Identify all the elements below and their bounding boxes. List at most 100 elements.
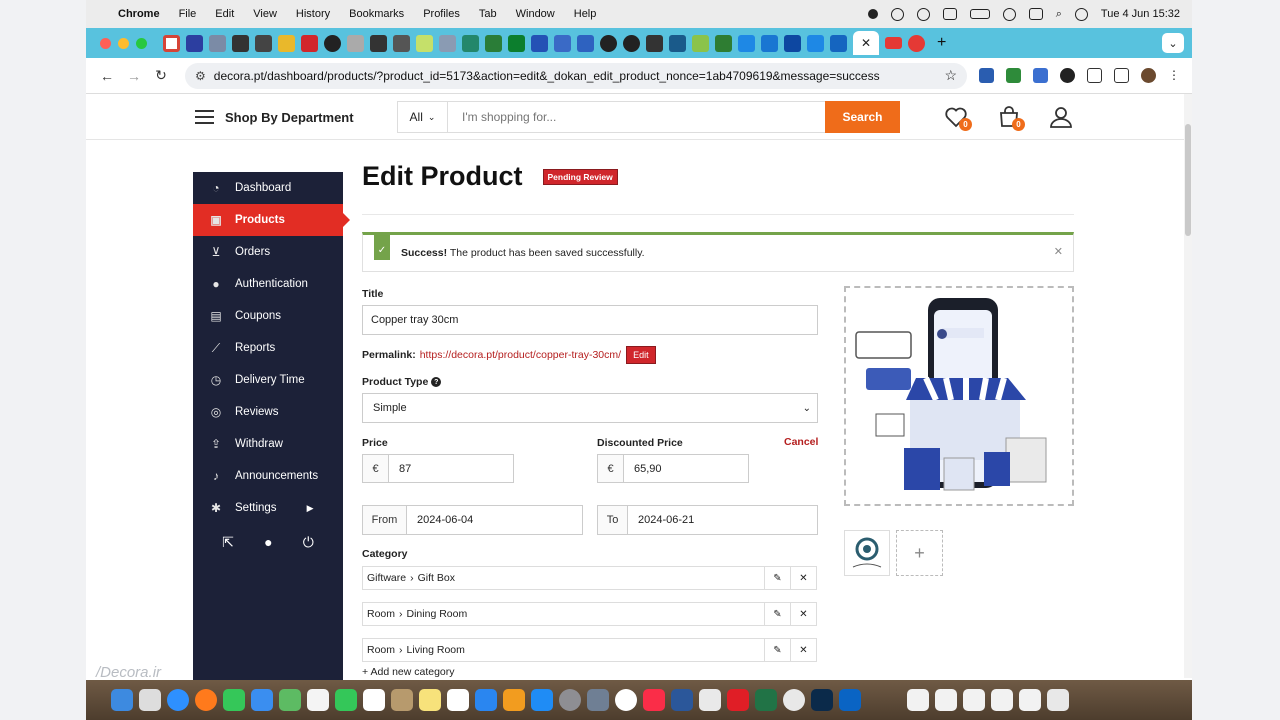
tab-22[interactable] [646,34,663,52]
discounted-price-input[interactable]: € 65,90 [597,454,749,483]
add-category-link[interactable]: + Add new category [362,666,455,678]
mail-icon[interactable] [251,689,273,711]
permalink-url[interactable]: https://decora.pt/product/copper-tray-30… [420,349,621,361]
calendar-icon[interactable] [363,689,385,711]
tab-gmail[interactable] [163,34,180,52]
sidebar-item-products[interactable]: ▣ Products [193,204,350,236]
launchpad-icon[interactable] [139,689,161,711]
dock-file-5[interactable] [1019,689,1041,711]
tab-29[interactable] [807,34,824,52]
extension-4-icon[interactable] [1060,68,1075,83]
price-input[interactable]: € 87 [362,454,514,483]
edit-icon[interactable]: ✎ [764,603,790,625]
preview-icon[interactable] [587,689,609,711]
tab-7[interactable] [301,34,318,52]
play-icon[interactable] [916,7,930,21]
shop-by-department[interactable]: Shop By Department [225,110,354,125]
profile-avatar[interactable] [1141,68,1156,83]
menu-view[interactable]: View [253,8,277,20]
tab-18[interactable] [554,34,571,52]
menu-app[interactable]: Chrome [118,8,160,20]
keynote-icon[interactable] [475,689,497,711]
gallery-thumbnail[interactable] [844,530,890,576]
menu-window[interactable]: Window [516,8,555,20]
grammarly-icon[interactable] [890,7,904,21]
messages-icon[interactable] [223,689,245,711]
excel-icon[interactable] [755,689,777,711]
tab-youtube[interactable] [885,37,902,49]
tab-5[interactable] [255,34,272,52]
cancel-schedule-link[interactable]: Cancel [784,436,818,448]
sidebar-item-dashboard[interactable]: ◔ Dashboard [193,172,343,204]
freeform-icon[interactable] [447,689,469,711]
menu-help[interactable]: Help [574,8,597,20]
page-scrollbar[interactable] [1184,94,1192,678]
menu-profiles[interactable]: Profiles [423,8,460,20]
remove-icon[interactable]: ✕ [790,603,816,625]
profile-icon[interactable]: ● [264,534,272,551]
tab-4[interactable] [232,34,249,52]
hamburger-icon[interactable] [195,110,214,128]
menu-edit[interactable]: Edit [215,8,234,20]
search-category-select[interactable]: All ⌄ [398,102,448,132]
sale-from-date[interactable]: From 2024-06-04 [362,505,583,535]
sidebar-item-announcements[interactable]: ♪ Announcements [193,460,343,492]
google-icon[interactable] [615,689,637,711]
sidebar-item-reviews[interactable]: ◎ Reviews [193,396,343,428]
tab-27[interactable] [761,34,778,52]
minimize-window-button[interactable] [118,37,129,49]
contacts-icon[interactable] [391,689,413,711]
tab-14[interactable] [462,34,479,52]
new-tab-icon[interactable]: + [937,34,946,52]
tab-15[interactable] [485,34,502,52]
wishlist-button[interactable]: 0 [944,105,972,131]
outlook-icon[interactable] [839,689,861,711]
sidebar-item-reports[interactable]: ⟋ Reports [193,332,343,364]
account-button[interactable] [1049,105,1073,129]
sidebar-item-orders[interactable]: ⊻ Orders [193,236,343,268]
dock-file-2[interactable] [935,689,957,711]
bookmark-star-icon[interactable]: ☆ [944,67,957,84]
close-icon[interactable]: ✕ [1054,245,1063,258]
facetime-icon[interactable] [335,689,357,711]
trash-icon[interactable] [1047,689,1069,711]
menu-history[interactable]: History [296,8,330,20]
sale-to-date[interactable]: To 2024-06-21 [597,505,818,535]
system-settings-icon[interactable] [559,689,581,711]
help-icon[interactable]: ? [431,377,442,387]
tab-8[interactable] [324,34,341,52]
forward-icon[interactable]: → [123,68,145,84]
chrome-icon[interactable] [783,689,805,711]
back-icon[interactable]: ← [96,68,118,84]
edit-icon[interactable]: ✎ [764,639,790,661]
url-text[interactable]: decora.pt/dashboard/products/?product_id… [214,69,945,83]
firefox-icon[interactable] [195,689,217,711]
dock-file-1[interactable] [907,689,929,711]
tab-12[interactable] [416,34,433,52]
zoom-window-button[interactable] [136,37,147,49]
input-source-icon[interactable] [942,8,957,20]
sidebar-item-withdraw[interactable]: ⇪ Withdraw [193,428,343,460]
search-button[interactable]: Search [825,101,900,133]
tab-3[interactable] [209,34,226,52]
battery-icon[interactable] [969,9,990,19]
finder-icon[interactable] [111,689,133,711]
tab-9[interactable] [347,34,364,52]
tab-23[interactable] [669,34,686,52]
external-link-icon[interactable]: ⇱ [222,534,234,551]
record-icon[interactable] [867,9,878,19]
tab-17[interactable] [531,34,548,52]
sidebar-item-coupons[interactable]: ▤ Coupons [193,300,343,332]
edit-icon[interactable]: ✎ [764,567,790,589]
close-tab-icon[interactable]: ✕ [861,36,871,50]
word-icon[interactable] [671,689,693,711]
featured-image-upload[interactable] [844,286,1074,506]
remove-icon[interactable]: ✕ [790,639,816,661]
tab-13[interactable] [439,34,456,52]
power-icon[interactable]: ⏻ [303,534,314,551]
title-input[interactable]: Copper tray 30cm [362,305,818,335]
maps-icon[interactable] [279,689,301,711]
tab-active[interactable]: ✕ [853,31,879,55]
sidebar-item-delivery-time[interactable]: ◷ Delivery Time [193,364,343,396]
extension-1-icon[interactable] [979,68,994,83]
